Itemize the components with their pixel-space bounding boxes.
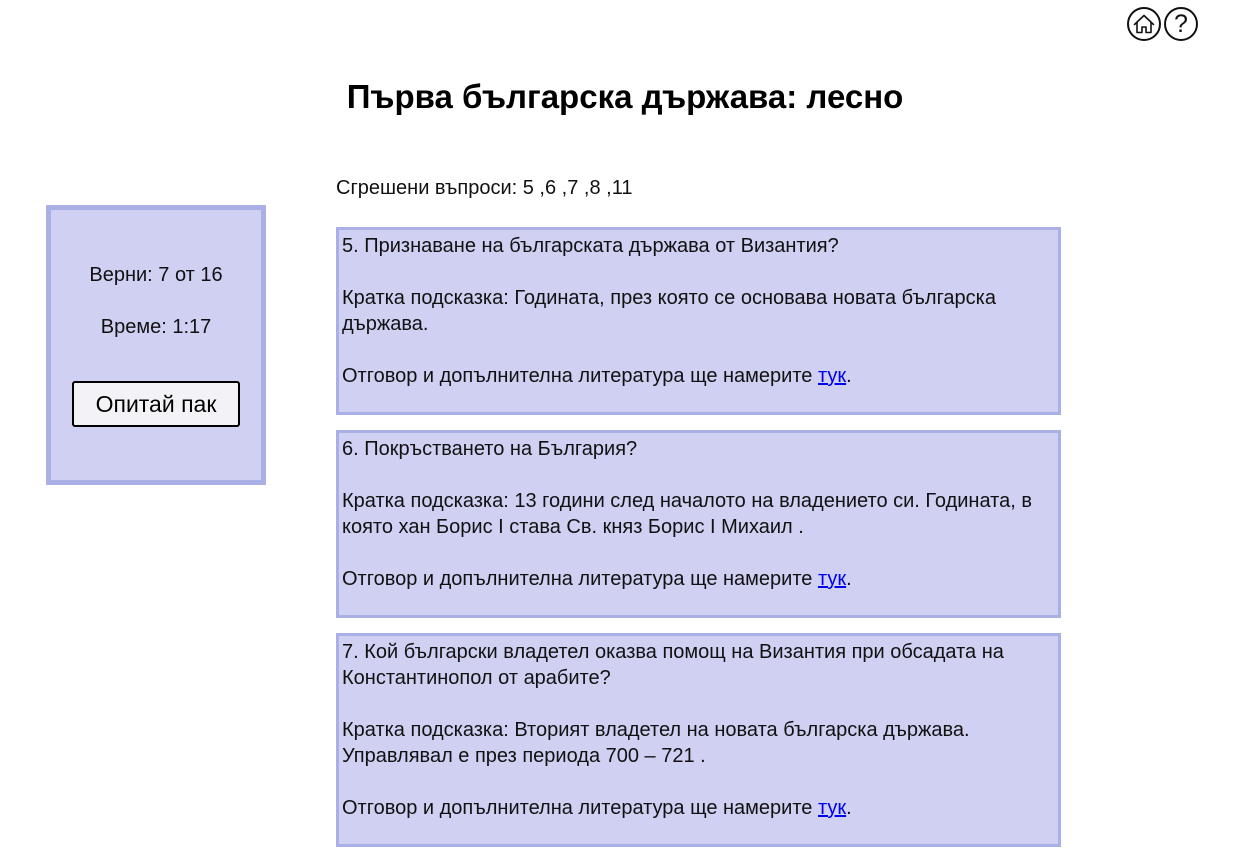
answer-suffix: . [846, 365, 852, 387]
page-title: Първа българска държава: лесно [346, 78, 904, 115]
question-card: 6. Покръстването на България? Кратка под… [336, 430, 1061, 618]
top-toolbar: ? [1127, 7, 1198, 41]
answer-link[interactable]: тук [818, 365, 846, 387]
answer-text: Отговор и допълнителна литература ще нам… [342, 365, 818, 387]
answer-suffix: . [846, 568, 852, 590]
elapsed-time: Време: 1:17 [100, 316, 212, 338]
question-card: 7. Кой български владетел оказва помощ н… [336, 633, 1061, 847]
question-text: 6. Покръстването на България? [342, 438, 638, 460]
score-panel: Верни: 7 от 16 Време: 1:17 Опитай пак [46, 205, 266, 485]
home-icon[interactable] [1127, 7, 1161, 41]
wrong-questions-list: Сгрешени въпроси: 5 ,6 ,7 ,8 ,11 [336, 177, 633, 199]
answer-text: Отговор и допълнителна литература ще нам… [342, 568, 818, 590]
answer-text: Отговор и допълнителна литература ще нам… [342, 797, 818, 819]
question-hint: Кратка подсказка: Вторият владетел на но… [342, 719, 970, 767]
question-text: 7. Кой български владетел оказва помощ н… [342, 641, 1004, 689]
retry-button[interactable]: Опитай пак [72, 381, 240, 427]
answer-suffix: . [846, 797, 852, 819]
answer-reference: Отговор и допълнителна литература ще нам… [342, 795, 1055, 821]
answer-reference: Отговор и допълнителна литература ще нам… [342, 566, 1055, 592]
question-text: 5. Признаване на българската държава от … [342, 235, 839, 257]
help-glyph: ? [1174, 9, 1188, 38]
question-hint: Кратка подсказка: 13 години след началот… [342, 490, 1032, 538]
correct-count: Верни: 7 от 16 [89, 264, 223, 286]
answer-link[interactable]: тук [818, 568, 846, 590]
question-mark-icon[interactable]: ? [1164, 7, 1198, 41]
question-card: 5. Признаване на българската държава от … [336, 227, 1061, 415]
answer-link[interactable]: тук [818, 797, 846, 819]
question-hint: Кратка подсказка: Годината, през която с… [342, 287, 996, 335]
answer-reference: Отговор и допълнителна литература ще нам… [342, 363, 1055, 389]
